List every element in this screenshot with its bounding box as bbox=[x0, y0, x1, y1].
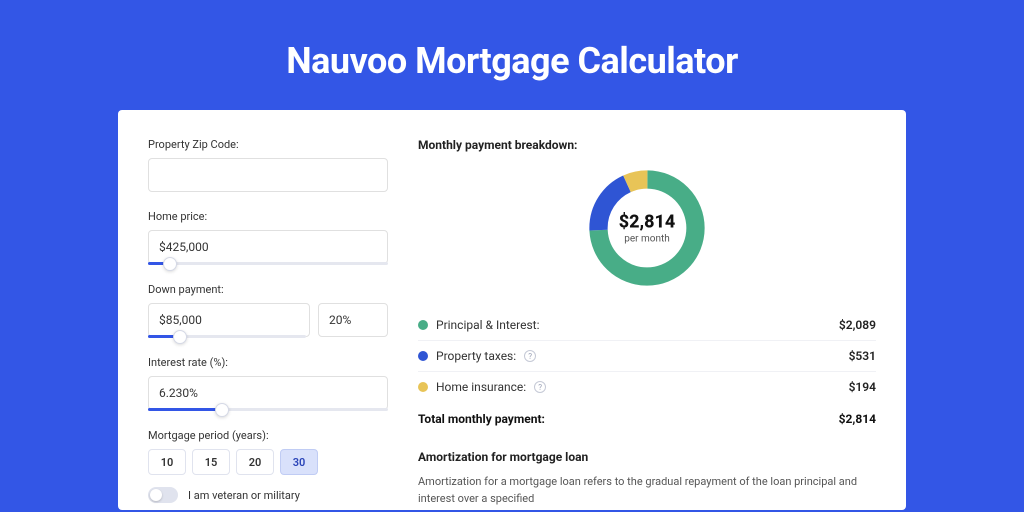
breakdown-row: Principal & Interest: $2,089 bbox=[418, 310, 876, 341]
down-payment-slider[interactable] bbox=[148, 335, 306, 338]
total-value: $2,814 bbox=[839, 412, 876, 426]
interest-rate-input[interactable] bbox=[148, 376, 388, 410]
mortgage-period-label: Mortgage period (years): bbox=[148, 429, 388, 442]
donut-center-amount: $2,814 bbox=[619, 212, 676, 233]
breakdown-item-value: $531 bbox=[849, 349, 876, 363]
period-option-20[interactable]: 20 bbox=[236, 449, 274, 475]
legend-dot bbox=[418, 320, 428, 330]
donut-center-sub: per month bbox=[619, 234, 676, 245]
zip-label: Property Zip Code: bbox=[148, 138, 388, 151]
interest-rate-label: Interest rate (%): bbox=[148, 356, 388, 369]
calculator-card: Property Zip Code: Home price: Down paym… bbox=[118, 110, 906, 510]
down-payment-label: Down payment: bbox=[148, 283, 388, 296]
slider-thumb[interactable] bbox=[215, 403, 229, 417]
total-label: Total monthly payment: bbox=[418, 412, 545, 426]
period-option-10[interactable]: 10 bbox=[148, 449, 186, 475]
breakdown-row: Property taxes:? $531 bbox=[418, 341, 876, 372]
breakdown-row: Home insurance:? $194 bbox=[418, 372, 876, 402]
breakdown-item-label: Property taxes: bbox=[436, 349, 516, 363]
legend-dot bbox=[418, 382, 428, 392]
breakdown-title: Monthly payment breakdown: bbox=[418, 138, 876, 152]
down-payment-percent-input[interactable] bbox=[318, 303, 388, 337]
legend-dot bbox=[418, 351, 428, 361]
amortization-title: Amortization for mortgage loan bbox=[418, 450, 876, 464]
help-icon[interactable]: ? bbox=[524, 350, 536, 362]
mortgage-period-field: Mortgage period (years): 10152030 bbox=[148, 429, 388, 475]
slider-thumb[interactable] bbox=[173, 330, 187, 344]
zip-field: Property Zip Code: bbox=[148, 138, 388, 192]
veteran-label: I am veteran or military bbox=[188, 489, 300, 502]
help-icon[interactable]: ? bbox=[534, 381, 546, 393]
donut-chart: $2,814 per month bbox=[418, 164, 876, 292]
down-payment-field: Down payment: bbox=[148, 283, 388, 338]
interest-rate-slider[interactable] bbox=[148, 408, 388, 411]
breakdown-item-value: $2,089 bbox=[839, 318, 876, 332]
slider-thumb[interactable] bbox=[163, 257, 177, 271]
breakdown-panel: Monthly payment breakdown: $2,814 per mo… bbox=[418, 138, 876, 482]
interest-rate-field: Interest rate (%): bbox=[148, 356, 388, 411]
total-row: Total monthly payment: $2,814 bbox=[418, 402, 876, 442]
zip-input[interactable] bbox=[148, 158, 388, 192]
home-price-label: Home price: bbox=[148, 210, 388, 223]
veteran-toggle[interactable] bbox=[148, 487, 178, 503]
period-option-30[interactable]: 30 bbox=[280, 449, 318, 475]
amortization-text: Amortization for a mortgage loan refers … bbox=[418, 474, 876, 507]
breakdown-item-label: Principal & Interest: bbox=[436, 318, 540, 332]
inputs-panel: Property Zip Code: Home price: Down paym… bbox=[148, 138, 388, 482]
down-payment-amount-input[interactable] bbox=[148, 303, 310, 337]
veteran-row: I am veteran or military bbox=[148, 487, 388, 503]
home-price-slider[interactable] bbox=[148, 262, 388, 265]
home-price-field: Home price: bbox=[148, 210, 388, 265]
breakdown-item-label: Home insurance: bbox=[436, 380, 526, 394]
period-option-15[interactable]: 15 bbox=[192, 449, 230, 475]
breakdown-item-value: $194 bbox=[849, 380, 876, 394]
home-price-input[interactable] bbox=[148, 230, 388, 264]
page-title: Nauvoo Mortgage Calculator bbox=[0, 0, 1024, 110]
